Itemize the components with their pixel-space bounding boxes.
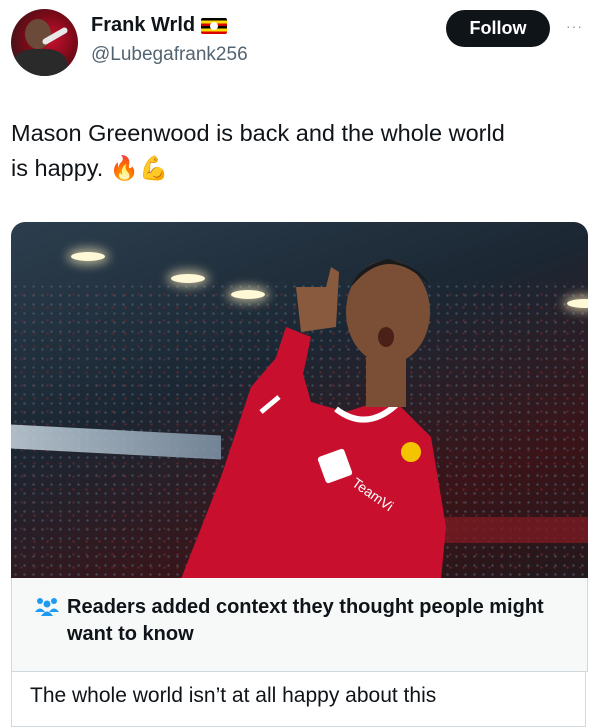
community-note-title: Readers added context they thought peopl… <box>67 596 544 645</box>
tweet-photo[interactable]: TeamVi <box>11 222 588 579</box>
author-avatar[interactable] <box>11 9 78 76</box>
community-note-header[interactable]: Readers added context they thought peopl… <box>11 578 588 672</box>
tweet-text: Mason Greenwood is back and the whole wo… <box>11 116 586 186</box>
author-name[interactable]: Frank Wrld <box>91 14 195 37</box>
uganda-flag-icon <box>201 17 228 34</box>
author-handle[interactable]: @Lubegafrank256 <box>91 44 248 66</box>
author-name-row[interactable]: Frank Wrld <box>91 14 228 37</box>
follow-button[interactable]: Follow <box>446 10 550 47</box>
community-note-body: The whole world isn’t at all happy about… <box>30 684 437 707</box>
fire-emoji: 🔥 <box>109 155 140 181</box>
stadium-light <box>71 252 105 261</box>
people-icon <box>35 598 59 616</box>
player-figure: TeamVi <box>181 259 446 579</box>
more-options-icon[interactable]: ··· <box>566 18 583 34</box>
tweet-line-2: is happy. 🔥💪 <box>11 151 586 186</box>
flexed-biceps-emoji: 💪 <box>139 155 169 181</box>
tweet-line-2-text: is happy. <box>11 155 104 181</box>
community-note-divider <box>11 671 588 672</box>
tweet-line-1: Mason Greenwood is back and the whole wo… <box>11 120 505 146</box>
avatar-body <box>13 49 67 76</box>
avatar-head <box>25 19 51 49</box>
